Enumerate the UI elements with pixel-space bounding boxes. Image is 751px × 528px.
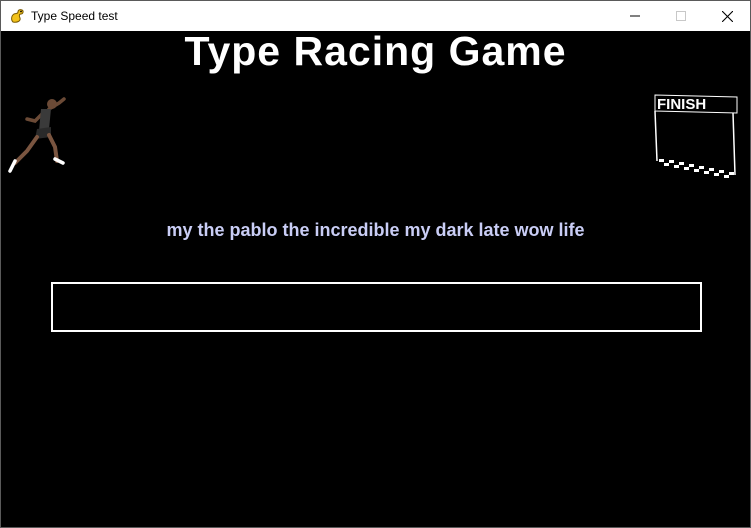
minimize-button[interactable] <box>612 1 658 31</box>
game-title: Type Racing Game <box>184 28 567 74</box>
pygame-snake-icon <box>9 8 25 24</box>
maximize-button[interactable] <box>658 1 704 31</box>
window-title: Type Speed test <box>31 9 118 23</box>
title-bar[interactable]: Type Speed test <box>1 1 750 31</box>
typing-input[interactable] <box>51 282 702 332</box>
game-canvas[interactable]: Type Racing Game FINISH my the pablo the… <box>1 28 750 527</box>
target-sentence: my the pablo the incredible my dark late… <box>166 220 585 240</box>
minimize-icon <box>630 15 640 17</box>
finish-line-icon: FINISH <box>654 94 738 178</box>
app-window: Type Speed test Type Racing Game FINISH … <box>0 0 751 528</box>
finish-label: FINISH <box>657 96 706 113</box>
close-button[interactable] <box>704 1 750 31</box>
window-controls <box>612 1 750 31</box>
close-icon <box>721 10 733 22</box>
maximize-icon <box>676 11 686 21</box>
runner-icon <box>8 97 66 173</box>
